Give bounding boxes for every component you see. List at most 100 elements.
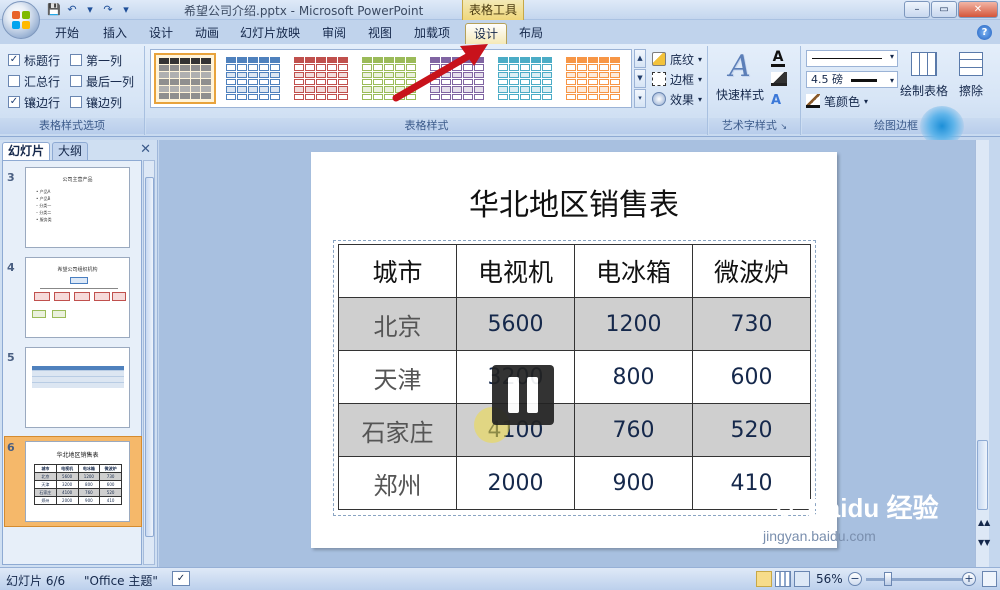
tab-home[interactable]: 开始 xyxy=(48,23,86,44)
table-cell[interactable]: 520 xyxy=(692,403,811,457)
zoom-slider[interactable] xyxy=(866,578,962,581)
minimize-button[interactable]: – xyxy=(904,1,930,18)
help-icon[interactable]: ? xyxy=(977,25,992,40)
checkbox-header-row[interactable]: ✓ 标题行 xyxy=(8,52,60,68)
quick-styles-button[interactable]: A 快速样式 xyxy=(713,50,767,103)
slide-thumbnail-selected[interactable]: 华北地区销售表 城市 电视机 电冰箱 微波炉 北京 5600 1200 730 天津 3200 80… xyxy=(25,441,130,522)
maximize-button[interactable]: ▭ xyxy=(931,1,957,18)
gallery-more-icon[interactable]: ▾ xyxy=(634,89,646,108)
spell-check-icon[interactable]: ✓ xyxy=(172,571,190,586)
table-header-cell[interactable]: 电视机 xyxy=(456,244,575,298)
slide-thumbnail[interactable] xyxy=(25,347,130,428)
table-header-cell[interactable]: 城市 xyxy=(338,244,457,298)
group-table-style-options: ✓ 标题行 第一列 汇总行 最后一列 ✓ 镶边行 镶边列 表格样式选项 xyxy=(0,46,145,135)
table-cell[interactable]: 2000 xyxy=(456,456,575,510)
slide-title[interactable]: 华北地区销售表 xyxy=(311,180,837,224)
tab-slideshow[interactable]: 幻灯片放映 xyxy=(234,23,306,44)
window-controls: – ▭ ✕ xyxy=(904,1,998,18)
table-cell[interactable]: 800 xyxy=(574,350,693,404)
table-style-swatch[interactable] xyxy=(426,53,488,104)
text-fill-icon[interactable]: A xyxy=(771,50,785,67)
checkbox-first-column[interactable]: 第一列 xyxy=(70,52,122,68)
table-header-cell[interactable]: 微波炉 xyxy=(692,244,811,298)
redo-icon[interactable]: ↷ xyxy=(100,2,116,17)
scroll-next-slide-icon[interactable]: ▼▼ xyxy=(978,538,990,547)
zoom-level[interactable]: 56% xyxy=(816,572,843,586)
tab-slides[interactable]: 幻灯片 xyxy=(2,142,51,160)
tab-outline[interactable]: 大纲 xyxy=(52,142,89,160)
normal-view-icon[interactable] xyxy=(756,571,772,587)
table-cell[interactable]: 北京 xyxy=(338,297,457,351)
customize-qat-icon[interactable]: ▾ xyxy=(118,2,134,17)
tab-view[interactable]: 视图 xyxy=(362,23,398,44)
gallery-up-icon[interactable]: ▲ xyxy=(634,49,646,68)
slide-thumbnail[interactable]: 公司主营产品 • 产品A • 产品B – 分类一 – 分类二 • 服务类 xyxy=(25,167,130,248)
mini-table-row: 城市 电视机 电冰箱 微波炉 xyxy=(34,464,122,473)
text-outline-icon[interactable] xyxy=(771,72,787,86)
editor-scrollbar[interactable]: ▲▲ ▼▼ xyxy=(975,140,990,567)
table-style-swatch[interactable] xyxy=(562,53,624,104)
close-button[interactable]: ✕ xyxy=(958,1,998,18)
checkbox-total-row[interactable]: 汇总行 xyxy=(8,73,60,89)
table-cell[interactable]: 730 xyxy=(692,297,811,351)
zoom-out-icon[interactable]: − xyxy=(848,572,862,586)
table-cell[interactable]: 石家庄 xyxy=(338,403,457,457)
slide-thumbnail[interactable]: 希望公司组织机构 xyxy=(25,257,130,338)
table-cell[interactable]: 天津 xyxy=(338,350,457,404)
tab-addins[interactable]: 加载项 xyxy=(408,23,456,44)
sales-table[interactable]: 城市 电视机 电冰箱 微波炉 北京 5600 1200 730 天津 3200 … xyxy=(338,244,811,510)
table-cell[interactable]: 郑州 xyxy=(338,456,457,510)
draw-table-button[interactable]: 绘制表格 xyxy=(900,52,948,99)
table-cell[interactable]: 900 xyxy=(574,456,693,510)
slideshow-icon[interactable] xyxy=(794,571,810,587)
table-style-swatch[interactable] xyxy=(222,53,284,104)
save-icon[interactable]: 💾 xyxy=(46,2,62,17)
mini-table-row: 石家庄 4100 760 520 xyxy=(34,488,122,497)
table-cell[interactable]: 1200 xyxy=(574,297,693,351)
fit-to-window-icon[interactable] xyxy=(982,571,997,587)
pen-weight-select[interactable]: 4.5 磅 ▾ xyxy=(806,71,898,88)
tab-design[interactable]: 设计 xyxy=(142,23,180,44)
mini-table-cell: 760 xyxy=(77,488,101,497)
table-cell[interactable]: 5600 xyxy=(456,297,575,351)
table-selection-frame[interactable]: 城市 电视机 电冰箱 微波炉 北京 5600 1200 730 天津 3200 … xyxy=(333,240,816,516)
undo-dropdown-icon[interactable]: ▾ xyxy=(82,2,98,17)
pen-color-button[interactable]: 笔颜色 ▾ xyxy=(806,92,868,110)
table-row: 郑州 2000 900 410 xyxy=(338,456,811,510)
border-button[interactable]: 边框 ▾ xyxy=(652,70,702,88)
slide-sorter-icon[interactable] xyxy=(775,571,791,587)
table-style-swatch[interactable] xyxy=(494,53,556,104)
table-style-swatch[interactable] xyxy=(290,53,352,104)
table-preview xyxy=(32,366,124,388)
table-style-swatch[interactable] xyxy=(358,53,420,104)
table-style-swatch[interactable] xyxy=(154,53,216,104)
checkbox-last-column[interactable]: 最后一列 xyxy=(70,73,134,89)
tab-table-layout[interactable]: 布局 xyxy=(512,23,550,44)
table-cell[interactable]: 760 xyxy=(574,403,693,457)
tab-insert[interactable]: 插入 xyxy=(96,23,134,44)
tab-animations[interactable]: 动画 xyxy=(188,23,226,44)
table-row: 石家庄 4100 760 520 xyxy=(338,403,811,457)
eraser-button[interactable]: 擦除 xyxy=(952,52,990,99)
checkbox-banded-rows[interactable]: ✓ 镶边行 xyxy=(8,94,60,110)
panel-scrollbar[interactable] xyxy=(143,160,155,565)
zoom-slider-knob[interactable] xyxy=(884,572,892,586)
mini-table-cell: 郑州 xyxy=(34,496,57,505)
checkbox-banded-columns[interactable]: 镶边列 xyxy=(70,94,122,110)
pen-style-select[interactable]: ▾ xyxy=(806,50,898,67)
chevron-down-icon: ▾ xyxy=(698,54,703,64)
shading-button[interactable]: 底纹 ▾ xyxy=(652,50,702,68)
text-effects-icon[interactable]: A xyxy=(771,93,781,108)
gallery-down-icon[interactable]: ▼ xyxy=(634,69,646,88)
theme-name[interactable]: "Office 主题" xyxy=(84,572,158,589)
office-button[interactable] xyxy=(2,1,40,39)
close-icon[interactable]: ✕ xyxy=(140,142,151,157)
undo-icon[interactable]: ↶ xyxy=(64,2,80,17)
scroll-prev-slide-icon[interactable]: ▲▲ xyxy=(978,518,990,527)
table-header-cell[interactable]: 电冰箱 xyxy=(574,244,693,298)
table-cell[interactable]: 600 xyxy=(692,350,811,404)
tab-review[interactable]: 审阅 xyxy=(316,23,352,44)
zoom-in-icon[interactable]: + xyxy=(962,572,976,586)
effects-button[interactable]: 效果 ▾ xyxy=(652,90,702,108)
tab-table-design[interactable]: 设计 xyxy=(465,23,507,44)
